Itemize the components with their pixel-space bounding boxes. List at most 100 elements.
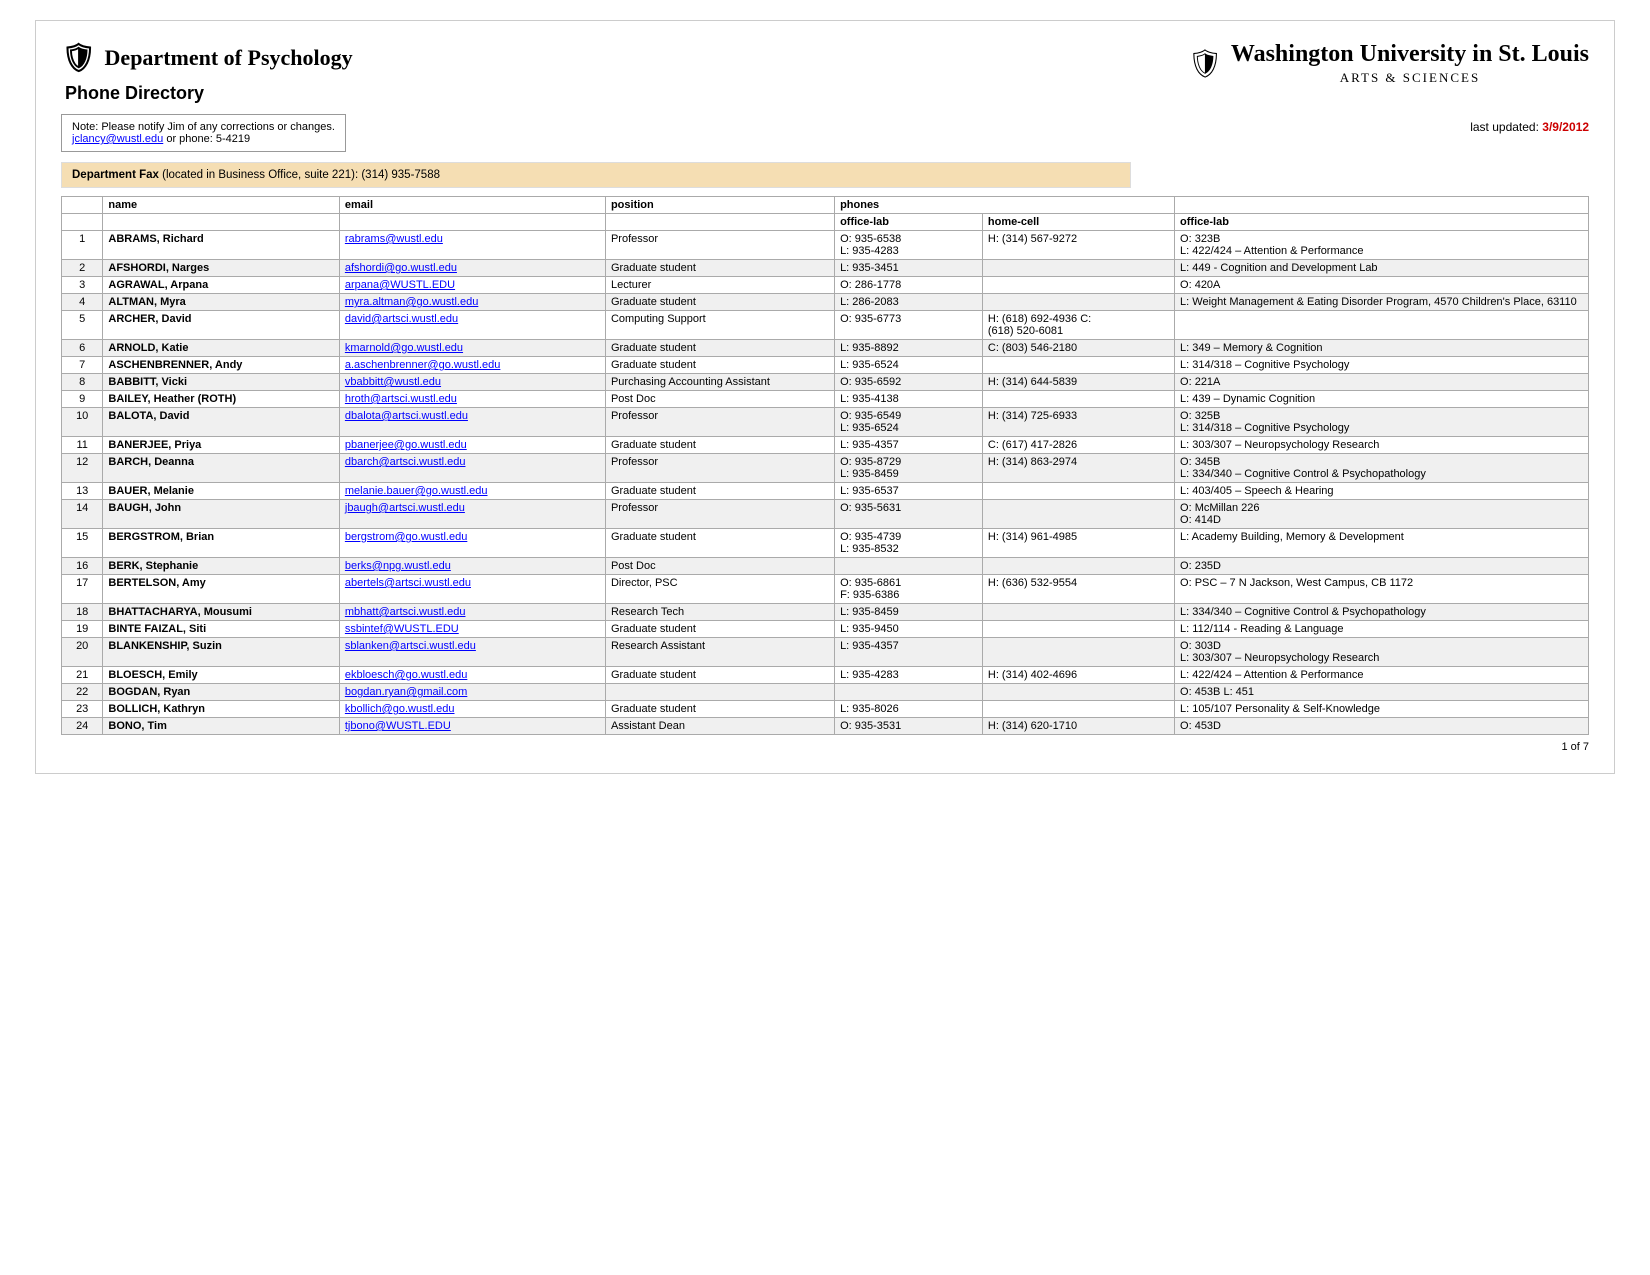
email-link[interactable]: hroth@artsci.wustl.edu: [345, 393, 457, 405]
notice-email[interactable]: jclancy@wustl.edu: [72, 133, 163, 145]
notice-row: Note: Please notify Jim of any correctio…: [61, 114, 1589, 152]
dept-name: Department of Psychology: [105, 45, 353, 71]
email-link[interactable]: dbarch@artsci.wustl.edu: [345, 456, 466, 468]
cell-name: BABBITT, Vicki: [103, 374, 340, 391]
email-link[interactable]: bergstrom@go.wustl.edu: [345, 531, 467, 543]
cell-num: 8: [62, 374, 103, 391]
table-row: 3AGRAWAL, Arpanaarpana@WUSTL.EDULecturer…: [62, 277, 1589, 294]
cell-email[interactable]: bogdan.ryan@gmail.com: [339, 684, 605, 701]
email-link[interactable]: melanie.bauer@go.wustl.edu: [345, 485, 488, 497]
cell-email[interactable]: hroth@artsci.wustl.edu: [339, 391, 605, 408]
cell-email[interactable]: arpana@WUSTL.EDU: [339, 277, 605, 294]
cell-office-lab: O: PSC – 7 N Jackson, West Campus, CB 11…: [1175, 575, 1589, 604]
cell-office-phone: [835, 684, 983, 701]
cell-home-cell: H: (636) 532-9554: [982, 575, 1174, 604]
email-link[interactable]: ssbintef@WUSTL.EDU: [345, 623, 459, 635]
cell-name: BALOTA, David: [103, 408, 340, 437]
email-link[interactable]: arpana@WUSTL.EDU: [345, 279, 455, 291]
email-link[interactable]: abertels@artsci.wustl.edu: [345, 577, 471, 589]
email-link[interactable]: kbollich@go.wustl.edu: [345, 703, 455, 715]
email-link[interactable]: rabrams@wustl.edu: [345, 233, 443, 245]
table-row: 4ALTMAN, Myramyra.altman@go.wustl.eduGra…: [62, 294, 1589, 311]
notice-box: Note: Please notify Jim of any correctio…: [61, 114, 346, 152]
cell-email[interactable]: sblanken@artsci.wustl.edu: [339, 638, 605, 667]
cell-email[interactable]: dbalota@artsci.wustl.edu: [339, 408, 605, 437]
cell-office-phone: L: 935-6537: [835, 483, 983, 500]
cell-position: Lecturer: [605, 277, 834, 294]
col-header-position: position: [605, 197, 834, 214]
cell-office-lab: O: 453B L: 451: [1175, 684, 1589, 701]
cell-office-lab: L: 439 – Dynamic Cognition: [1175, 391, 1589, 408]
cell-email[interactable]: jbaugh@artsci.wustl.edu: [339, 500, 605, 529]
table-row: 13BAUER, Melaniemelanie.bauer@go.wustl.e…: [62, 483, 1589, 500]
cell-email[interactable]: kbollich@go.wustl.edu: [339, 701, 605, 718]
col-subheader-officelab2: office-lab: [1175, 214, 1589, 231]
email-link[interactable]: tjbono@WUSTL.EDU: [345, 720, 451, 732]
email-link[interactable]: ekbloesch@go.wustl.edu: [345, 669, 467, 681]
cell-office-phone: O: 286-1778: [835, 277, 983, 294]
cell-position: Professor: [605, 454, 834, 483]
notice-phone: or phone: 5-4219: [166, 133, 250, 145]
cell-email[interactable]: melanie.bauer@go.wustl.edu: [339, 483, 605, 500]
cell-email[interactable]: a.aschenbrenner@go.wustl.edu: [339, 357, 605, 374]
cell-home-cell: [982, 483, 1174, 500]
table-row: 1ABRAMS, Richardrabrams@wustl.eduProfess…: [62, 231, 1589, 260]
col-subheader-officelab: office-lab: [835, 214, 983, 231]
cell-office-phone: L: 935-8459: [835, 604, 983, 621]
cell-office-lab: O: 325B L: 314/318 – Cognitive Psycholog…: [1175, 408, 1589, 437]
cell-email[interactable]: tjbono@WUSTL.EDU: [339, 718, 605, 735]
email-link[interactable]: pbanerjee@go.wustl.edu: [345, 439, 467, 451]
cell-num: 21: [62, 667, 103, 684]
cell-office-lab: L: Weight Management & Eating Disorder P…: [1175, 294, 1589, 311]
col-subheader-num: [62, 214, 103, 231]
cell-position: Professor: [605, 408, 834, 437]
cell-home-cell: [982, 500, 1174, 529]
email-link[interactable]: mbhatt@artsci.wustl.edu: [345, 606, 466, 618]
cell-name: BLOESCH, Emily: [103, 667, 340, 684]
email-link[interactable]: kmarnold@go.wustl.edu: [345, 342, 463, 354]
cell-email[interactable]: kmarnold@go.wustl.edu: [339, 340, 605, 357]
cell-email[interactable]: pbanerjee@go.wustl.edu: [339, 437, 605, 454]
table-row: 9BAILEY, Heather (ROTH)hroth@artsci.wust…: [62, 391, 1589, 408]
cell-email[interactable]: berks@npg.wustl.edu: [339, 558, 605, 575]
fax-label: Department Fax: [72, 169, 159, 181]
cell-email[interactable]: abertels@artsci.wustl.edu: [339, 575, 605, 604]
cell-position: Research Tech: [605, 604, 834, 621]
email-link[interactable]: afshordi@go.wustl.edu: [345, 262, 457, 274]
email-link[interactable]: sblanken@artsci.wustl.edu: [345, 640, 476, 652]
cell-office-phone: L: 286-2083: [835, 294, 983, 311]
email-link[interactable]: vbabbitt@wustl.edu: [345, 376, 441, 388]
cell-num: 7: [62, 357, 103, 374]
col-subheader-name: [103, 214, 340, 231]
email-link[interactable]: jbaugh@artsci.wustl.edu: [345, 502, 465, 514]
cell-email[interactable]: myra.altman@go.wustl.edu: [339, 294, 605, 311]
cell-email[interactable]: david@artsci.wustl.edu: [339, 311, 605, 340]
cell-email[interactable]: dbarch@artsci.wustl.edu: [339, 454, 605, 483]
cell-office-phone: O: 935-3531: [835, 718, 983, 735]
cell-email[interactable]: bergstrom@go.wustl.edu: [339, 529, 605, 558]
cell-name: ASCHENBRENNER, Andy: [103, 357, 340, 374]
cell-email[interactable]: ssbintef@WUSTL.EDU: [339, 621, 605, 638]
email-link[interactable]: bogdan.ryan@gmail.com: [345, 686, 467, 698]
wustl-subtitle: ARTS & SCIENCES: [1231, 70, 1589, 86]
cell-home-cell: H: (314) 961-4985: [982, 529, 1174, 558]
cell-office-phone: O: 935-6549 L: 935-6524: [835, 408, 983, 437]
cell-email[interactable]: vbabbitt@wustl.edu: [339, 374, 605, 391]
cell-email[interactable]: rabrams@wustl.edu: [339, 231, 605, 260]
footer-page: 1 of 7: [61, 741, 1589, 753]
email-link[interactable]: berks@npg.wustl.edu: [345, 560, 451, 572]
cell-email[interactable]: afshordi@go.wustl.edu: [339, 260, 605, 277]
cell-num: 9: [62, 391, 103, 408]
table-row: 22BOGDAN, Ryanbogdan.ryan@gmail.comO: 45…: [62, 684, 1589, 701]
cell-office-lab: L: 112/114 - Reading & Language: [1175, 621, 1589, 638]
email-link[interactable]: dbalota@artsci.wustl.edu: [345, 410, 468, 422]
email-link[interactable]: a.aschenbrenner@go.wustl.edu: [345, 359, 501, 371]
email-link[interactable]: david@artsci.wustl.edu: [345, 313, 458, 325]
cell-email[interactable]: mbhatt@artsci.wustl.edu: [339, 604, 605, 621]
dept-shield-icon: 🛡: [61, 41, 97, 75]
cell-num: 13: [62, 483, 103, 500]
cell-email[interactable]: ekbloesch@go.wustl.edu: [339, 667, 605, 684]
cell-position: Graduate student: [605, 529, 834, 558]
cell-office-lab: L: 334/340 – Cognitive Control & Psychop…: [1175, 604, 1589, 621]
email-link[interactable]: myra.altman@go.wustl.edu: [345, 296, 478, 308]
